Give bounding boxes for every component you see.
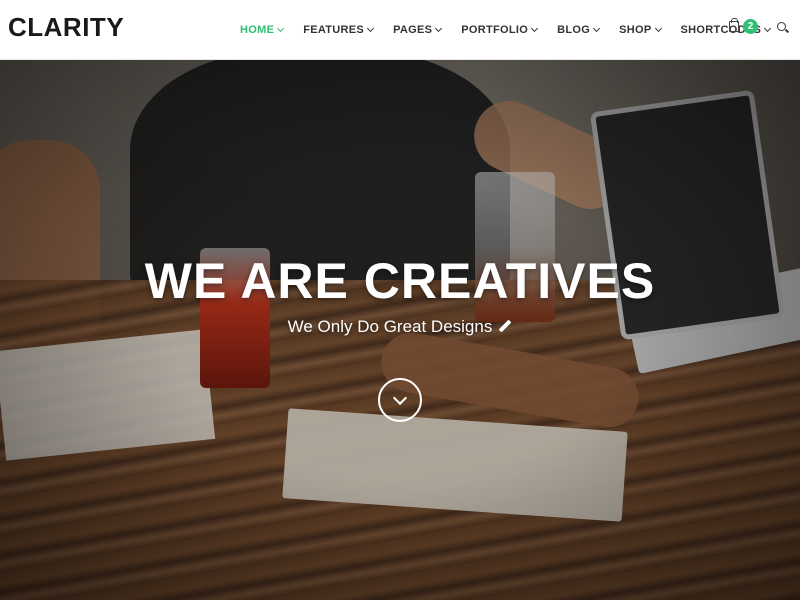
main-nav: HOME FEATURES PAGES PORTFOLIO BLOG SHOP … [240, 0, 790, 60]
chevron-down-icon [392, 390, 408, 406]
chevron-down-icon [593, 24, 601, 33]
nav-item-label: BLOG [557, 24, 591, 36]
cart-button[interactable]: 2 [729, 18, 758, 34]
nav-item-pages[interactable]: PAGES [393, 24, 443, 36]
hero-subtitle-text: We Only Do Great Designs [287, 317, 493, 336]
nav-item-home[interactable]: HOME [240, 24, 285, 36]
hero-subtitle: We Only Do Great Designs [0, 317, 800, 337]
nav-item-features[interactable]: FEATURES [303, 24, 375, 36]
nav-item-label: FEATURES [303, 24, 365, 36]
scroll-down-button[interactable] [378, 378, 422, 422]
hero-section: WE ARE CREATIVES We Only Do Great Design… [0, 60, 800, 600]
site-header: CLARITY HOME FEATURES PAGES PORTFOLIO BL… [0, 0, 800, 60]
chevron-down-icon [764, 24, 772, 33]
nav-item-label: PORTFOLIO [461, 24, 529, 36]
shopping-bag-icon [729, 18, 739, 32]
pencil-icon [498, 319, 512, 332]
nav-item-label: PAGES [393, 24, 433, 36]
nav-item-blog[interactable]: BLOG [557, 24, 601, 36]
nav-item-shop[interactable]: SHOP [619, 24, 662, 36]
nav-item-portfolio[interactable]: PORTFOLIO [461, 24, 539, 36]
hero-title: WE ARE CREATIVES [144, 253, 656, 309]
site-logo[interactable]: CLARITY [8, 12, 124, 42]
chevron-down-icon [435, 24, 443, 33]
cart-count-badge: 2 [743, 19, 758, 34]
nav-item-label: SHOP [619, 24, 652, 36]
chevron-down-icon [531, 24, 539, 33]
chevron-down-icon [654, 24, 662, 33]
search-icon[interactable] [777, 22, 786, 31]
chevron-down-icon [367, 24, 375, 33]
chevron-down-icon [277, 24, 285, 33]
nav-item-label: HOME [240, 24, 275, 36]
